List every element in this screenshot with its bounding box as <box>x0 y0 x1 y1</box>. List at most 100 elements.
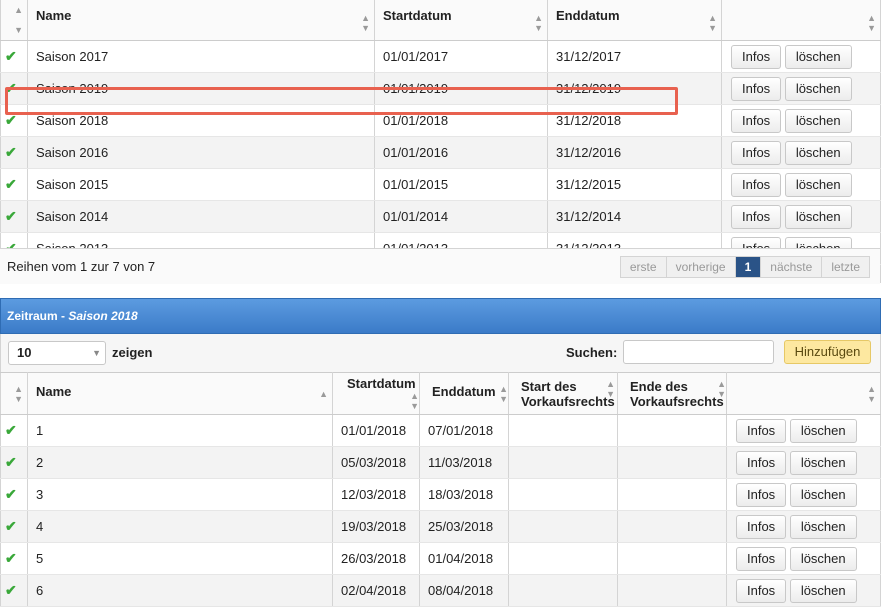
period-name: 1 <box>27 414 333 447</box>
period-end-date: 01/04/2018 <box>419 542 509 575</box>
actions-cell: Infos löschen <box>721 136 881 169</box>
search-input[interactable] <box>623 340 774 364</box>
sort-icon: ▲ ▼ <box>14 383 23 404</box>
period-row[interactable]: ✔ 2 05/03/2018 11/03/2018 Infos löschen <box>0 446 881 479</box>
season-end-date: 31/12/2016 <box>547 136 722 169</box>
status-cell: ✔ <box>0 40 28 73</box>
sort-icon: ▲ ▼ <box>410 391 419 411</box>
pager-first-button[interactable]: erste <box>620 257 667 277</box>
checkmark-icon: ✔ <box>5 422 17 438</box>
info-button[interactable]: Infos <box>731 76 782 101</box>
presale-start-cell <box>508 414 618 447</box>
pagination: erste vorherige 1 nächste letzte <box>619 256 870 278</box>
status-cell: ✔ <box>0 446 28 479</box>
season-row[interactable]: ✔ Saison 2017 01/01/2017 31/12/2017 Infos lö… <box>0 40 881 73</box>
search-label: Suchen: <box>566 345 618 360</box>
info-button[interactable]: Infos <box>731 172 782 197</box>
delete-button[interactable]: löschen <box>789 450 857 475</box>
pager-last-button[interactable]: letzte <box>822 257 869 277</box>
sort-icon: ▲ ▼ <box>534 12 543 33</box>
actions-cell: Infos löschen <box>726 542 881 575</box>
presale-start-cell <box>508 510 618 543</box>
status-cell: ✔ <box>0 542 28 575</box>
period-end-date: 07/01/2018 <box>419 414 509 447</box>
status-cell: ✔ <box>0 414 28 447</box>
page-size-select[interactable]: 10 ▼ <box>8 341 106 365</box>
sort-icon: ▲ ▼ <box>708 12 717 33</box>
delete-button[interactable]: löschen <box>789 482 857 507</box>
delete-button[interactable]: löschen <box>784 140 852 165</box>
delete-button[interactable]: löschen <box>784 44 852 69</box>
name-column-header[interactable]: Name ▲ ▼ <box>27 0 375 41</box>
actions-cell: Infos löschen <box>721 40 881 73</box>
pager-prev-button[interactable]: vorherige <box>666 257 736 277</box>
delete-button[interactable]: löschen <box>789 514 857 539</box>
period-row[interactable]: ✔ 6 02/04/2018 08/04/2018 Infos löschen <box>0 574 881 607</box>
select-column-header[interactable]: ▲ ▼ <box>0 0 28 41</box>
period-row[interactable]: ✔ 5 26/03/2018 01/04/2018 Infos löschen <box>0 542 881 575</box>
sort-asc-icon: ▲ <box>319 388 328 399</box>
info-button[interactable]: Infos <box>736 418 787 443</box>
select-column-header[interactable]: ▲ ▼ <box>0 372 28 415</box>
startdatum-column-header[interactable]: Startdatum ▲ ▼ <box>332 372 420 415</box>
actions-cell: Infos löschen <box>721 72 881 105</box>
info-button[interactable]: Infos <box>731 108 782 133</box>
panel-title-season: Saison 2018 <box>68 309 138 323</box>
pager-next-button[interactable]: nächste <box>761 257 823 277</box>
period-row[interactable]: ✔ 4 19/03/2018 25/03/2018 Infos löschen <box>0 510 881 543</box>
sort-icon: ▲ ▼ <box>361 12 370 33</box>
presale-end-column-header[interactable]: ▲ ▼ Ende des Vorkaufsrechts <box>617 372 727 415</box>
chevron-down-icon: ▼ <box>92 348 101 358</box>
info-button[interactable]: Infos <box>736 514 787 539</box>
actions-column-header[interactable]: ▲ ▼ <box>721 0 881 41</box>
season-name: Saison 2017 <box>27 40 375 73</box>
presale-start-column-header[interactable]: ▲ ▼ Start des Vorkaufsrechts <box>508 372 618 415</box>
presale-end-cell <box>617 542 727 575</box>
info-button[interactable]: Infos <box>736 482 787 507</box>
checkmark-icon: ✔ <box>5 454 17 470</box>
info-button[interactable]: Infos <box>736 578 787 603</box>
period-start-date: 01/01/2018 <box>332 414 420 447</box>
add-button[interactable]: Hinzufügen <box>784 340 871 364</box>
seasons-table-header: ▲ ▼ Name ▲ ▼ Startdatum ▲ ▼ Enddatum ▲ ▼ ▲ ▼ <box>0 0 881 41</box>
info-button[interactable]: Infos <box>736 546 787 571</box>
delete-button[interactable]: löschen <box>789 418 857 443</box>
actions-cell: Infos löschen <box>726 414 881 447</box>
sort-icon: ▲ ▼ <box>499 383 508 404</box>
delete-button[interactable]: löschen <box>784 172 852 197</box>
checkmark-icon: ✔ <box>5 208 17 224</box>
season-row[interactable]: ✔ Saison 2014 01/01/2014 31/12/2014 Infos lö… <box>0 200 881 233</box>
period-start-date: 12/03/2018 <box>332 478 420 511</box>
info-button[interactable]: Infos <box>731 44 782 69</box>
period-row[interactable]: ✔ 1 01/01/2018 07/01/2018 Infos löschen <box>0 414 881 447</box>
delete-button[interactable]: löschen <box>784 204 852 229</box>
enddatum-column-header[interactable]: Enddatum ▲ ▼ <box>419 372 509 415</box>
season-name: Saison 2014 <box>27 200 375 233</box>
season-row[interactable]: ✔ Saison 2015 01/01/2015 31/12/2015 Infos lö… <box>0 168 881 201</box>
presale-end-cell <box>617 414 727 447</box>
period-panel-header: Zeitraum - Saison 2018 <box>0 298 881 334</box>
delete-button[interactable]: löschen <box>784 108 852 133</box>
checkmark-icon: ✔ <box>5 518 17 534</box>
pager-page-1-button[interactable]: 1 <box>735 257 762 277</box>
delete-button[interactable]: löschen <box>789 546 857 571</box>
actions-cell: Infos löschen <box>726 574 881 607</box>
actions-column-header[interactable]: ▲ ▼ <box>726 372 881 415</box>
presale-start-cell <box>508 446 618 479</box>
info-button[interactable]: Infos <box>731 140 782 165</box>
period-row[interactable]: ✔ 3 12/03/2018 18/03/2018 Infos löschen <box>0 478 881 511</box>
info-button[interactable]: Infos <box>731 204 782 229</box>
period-end-date: 11/03/2018 <box>419 446 509 479</box>
season-start-date: 01/01/2016 <box>374 136 548 169</box>
name-column-header[interactable]: Name ▲ <box>27 372 333 415</box>
delete-button[interactable]: löschen <box>789 578 857 603</box>
periods-table-header: ▲ ▼ Name ▲ Startdatum ▲ ▼ Enddatum ▲ ▼ ▲ ▼ Start… <box>0 372 881 415</box>
info-button[interactable]: Infos <box>736 450 787 475</box>
checkmark-icon: ✔ <box>5 550 17 566</box>
startdatum-column-header[interactable]: Startdatum ▲ ▼ <box>374 0 548 41</box>
sort-icon: ▲ ▼ <box>867 383 876 404</box>
status-cell: ✔ <box>0 510 28 543</box>
delete-button[interactable]: löschen <box>784 76 852 101</box>
enddatum-column-header[interactable]: Enddatum ▲ ▼ <box>547 0 722 41</box>
season-row[interactable]: ✔ Saison 2016 01/01/2016 31/12/2016 Infos lö… <box>0 136 881 169</box>
